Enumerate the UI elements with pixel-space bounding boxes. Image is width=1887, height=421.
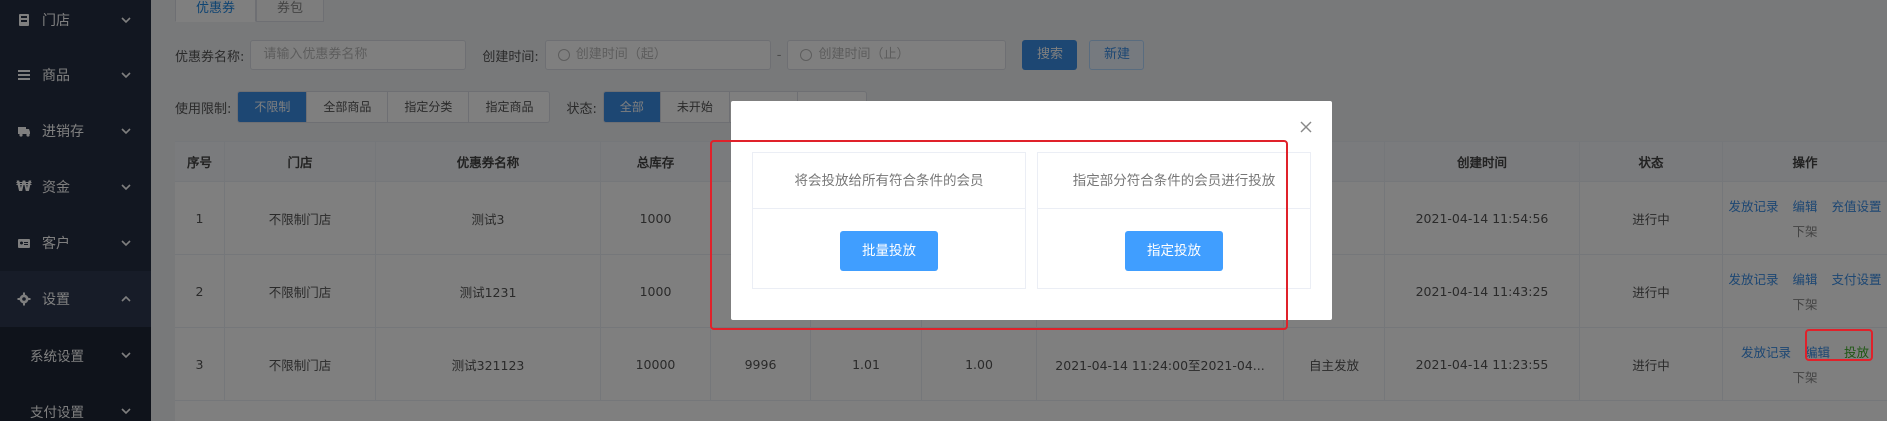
- cards-highlight: [710, 140, 1288, 330]
- distribute-highlight: [1805, 329, 1873, 361]
- close-icon[interactable]: [1300, 121, 1312, 133]
